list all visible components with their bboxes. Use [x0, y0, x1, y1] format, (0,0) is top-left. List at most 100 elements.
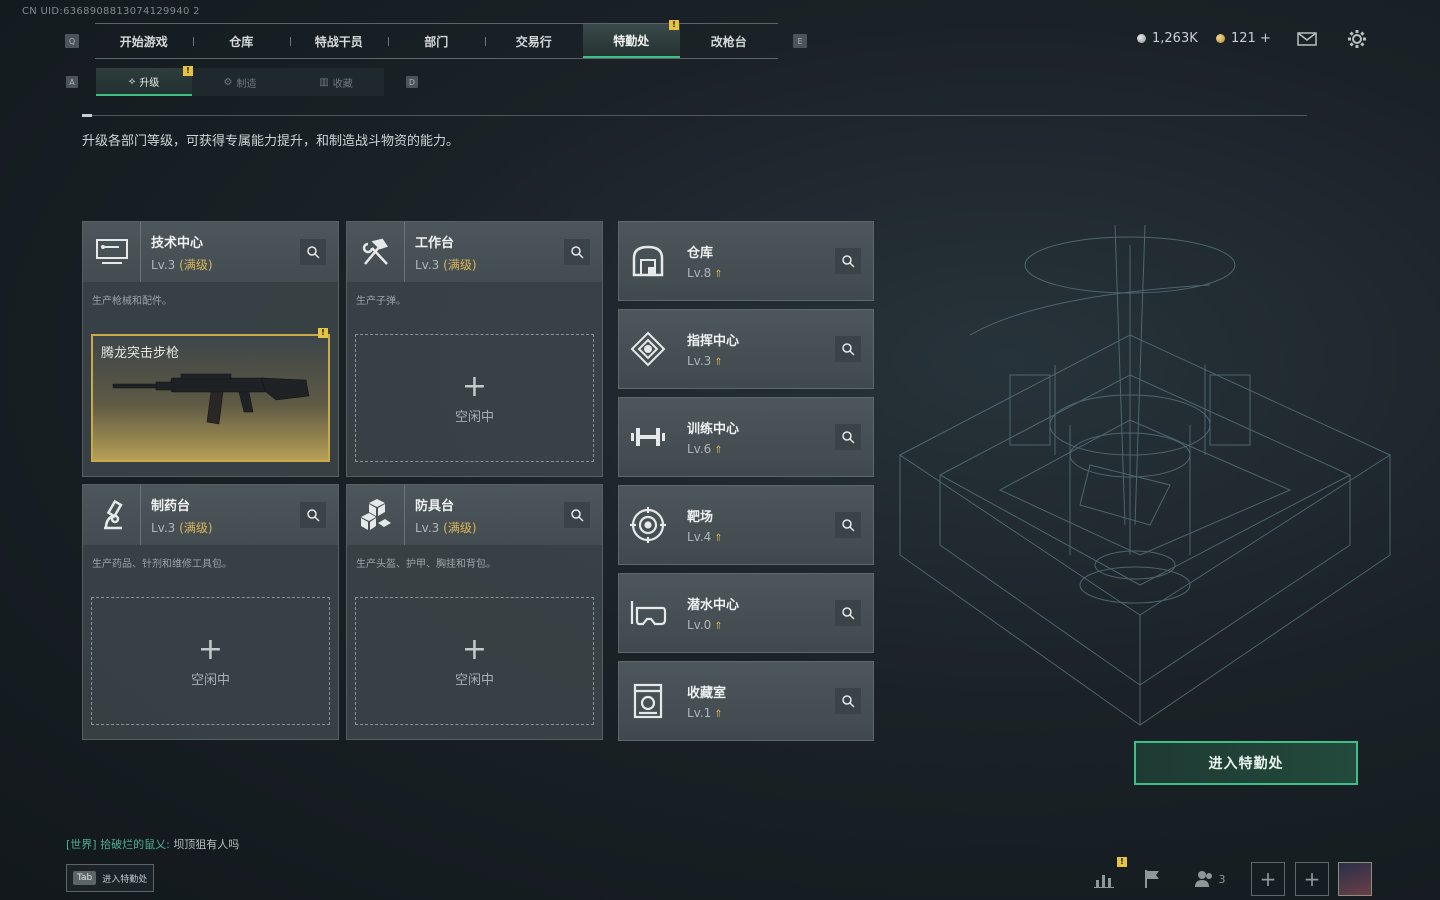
card-title: 工作台 — [415, 235, 455, 251]
subnav-prev-key[interactable]: A — [66, 76, 78, 88]
search-icon[interactable] — [300, 239, 326, 265]
subnav-next-key[interactable]: D — [406, 76, 418, 88]
search-icon[interactable] — [835, 600, 861, 626]
avatar[interactable] — [1338, 862, 1372, 896]
department-card-warehouse[interactable]: 仓库 Lv.8 ⇑ — [618, 221, 874, 301]
tab-warehouse[interactable]: 仓库 — [192, 24, 291, 58]
search-icon[interactable] — [835, 248, 861, 274]
armor-blocks-icon — [347, 485, 405, 545]
department-card-command[interactable]: 指挥中心 Lv.3 ⇑ — [618, 309, 874, 389]
flag-icon[interactable] — [1140, 862, 1164, 896]
invite-slot-button[interactable]: + — [1295, 862, 1329, 896]
sub-nav: ⟡ 升级 ⚙ 制造 ▥ 收藏 — [96, 68, 384, 96]
workshop-card-tech-center[interactable]: 技术中心 Lv.3 (满级) 生产枪械和配件。 腾龙突击步枪 — [82, 221, 339, 477]
upgrade-arrow-icon: ⇑ — [714, 621, 723, 632]
department-card-diving[interactable]: 潜水中心 Lv.0 ⇑ — [618, 573, 874, 653]
enter-special-ops-button[interactable]: 进入特勤处 — [1134, 741, 1358, 785]
card-level: Lv.3 (满级) — [151, 257, 213, 272]
tab-shortcut-hint[interactable]: Tab 进入特勤处 — [66, 864, 154, 892]
upgrade-arrow-icon: ⇑ — [714, 269, 723, 280]
collection-tab-icon: ▥ — [319, 76, 329, 88]
tab-trade[interactable]: 交易行 — [485, 24, 583, 58]
rifle-image — [112, 373, 310, 425]
card-subtitle: 生产药品、针剂和维修工具包。 — [92, 559, 232, 570]
card-subtitle: 生产枪械和配件。 — [92, 296, 172, 307]
subtab-upgrade[interactable]: ⟡ 升级 — [96, 68, 192, 96]
hammer-wrench-icon — [347, 222, 405, 282]
tab-special-ops[interactable]: 特勤处 — [582, 24, 680, 58]
plus-icon: + — [461, 631, 488, 667]
card-subtitle: 生产子弹。 — [356, 296, 406, 307]
invite-slot-button[interactable]: + — [1251, 862, 1285, 896]
search-icon[interactable] — [564, 502, 590, 528]
tab-department[interactable]: 部门 — [387, 24, 486, 58]
subtab-collection[interactable]: ▥ 收藏 — [288, 68, 384, 96]
chat-channel: [世界] — [66, 838, 97, 851]
search-icon[interactable] — [835, 336, 861, 362]
chat-line[interactable]: [世界] 拾破烂的鼠乂: 坝顶狙有人吗 — [66, 836, 239, 852]
page-description: 升级各部门等级，可获得专属能力提升，和制造战斗物资的能力。 — [82, 134, 460, 149]
upgrade-arrow-icon: ⇑ — [714, 357, 723, 368]
department-card-collection[interactable]: 收藏室 Lv.1 ⇑ — [618, 661, 874, 741]
search-icon[interactable] — [564, 239, 590, 265]
item-notification-badge: ! — [318, 328, 328, 338]
upgrade-arrow-icon: ⇑ — [714, 533, 723, 544]
card-title: 训练中心 — [687, 422, 740, 437]
production-slot-empty[interactable]: + 空闲中 — [355, 334, 594, 462]
card-subtitle: 生产头盔、护甲、胸挂和背包。 — [356, 559, 496, 570]
squad-count: 3 — [1218, 872, 1226, 886]
divider-accent — [82, 114, 92, 117]
card-header: 防具台 Lv.3 (满级) — [347, 485, 602, 545]
search-icon[interactable] — [835, 424, 861, 450]
department-card-training[interactable]: 训练中心 Lv.6 ⇑ — [618, 397, 874, 477]
nav-next-key[interactable]: E — [793, 34, 807, 48]
card-title: 制药台 — [151, 498, 191, 514]
card-level: Lv.1 ⇑ — [687, 706, 723, 720]
settings-gear-icon[interactable] — [1346, 28, 1368, 50]
production-slot-empty[interactable]: + 空闲中 — [355, 597, 594, 725]
craft-icon: ⚙ — [223, 76, 233, 88]
silver-currency: 1,263K — [1137, 31, 1198, 46]
subtab-craft[interactable]: ⚙ 制造 — [192, 68, 288, 96]
command-icon — [619, 310, 677, 388]
workshop-card-armor-bench[interactable]: 防具台 Lv.3 (满级) 生产头盔、护甲、胸挂和背包。 + 空闲中 — [346, 484, 603, 740]
subtab-collection-label: 收藏 — [332, 78, 353, 90]
squad-icon — [1194, 871, 1212, 887]
card-header: 制药台 Lv.3 (满级) — [83, 485, 338, 545]
upgrade-arrow-icon: ⇑ — [714, 709, 723, 720]
search-icon[interactable] — [835, 512, 861, 538]
diving-mask-icon — [619, 574, 677, 652]
gold-currency[interactable]: 121 + — [1216, 31, 1271, 46]
microscope-icon — [83, 485, 141, 545]
tab-gunsmith[interactable]: 改枪台 — [680, 24, 778, 58]
production-slot-empty[interactable]: + 空闲中 — [91, 597, 330, 725]
upgrade-icon: ⟡ — [128, 75, 136, 87]
base-schematic-illustration — [899, 225, 1392, 726]
collection-icon — [619, 662, 677, 740]
card-level: Lv.4 ⇑ — [687, 530, 723, 544]
chat-user: 拾破烂的鼠乂: — [100, 838, 170, 851]
card-level: Lv.8 ⇑ — [687, 266, 723, 280]
mail-icon[interactable] — [1296, 29, 1318, 49]
squad-button[interactable]: 3 — [1190, 862, 1230, 896]
production-slot-item[interactable]: 腾龙突击步枪 — [91, 334, 330, 462]
card-level: Lv.0 ⇑ — [687, 618, 723, 632]
search-icon[interactable] — [300, 502, 326, 528]
workshop-card-pharmacy[interactable]: 制药台 Lv.3 (满级) 生产药品、针剂和维修工具包。 + 空闲中 — [82, 484, 339, 740]
tab-hint-label: 进入特勤处 — [102, 874, 148, 885]
card-title: 防具台 — [415, 498, 455, 514]
search-icon[interactable] — [835, 688, 861, 714]
tab-key: Tab — [73, 871, 97, 885]
card-level: Lv.3 (满级) — [415, 257, 477, 272]
card-title: 靶场 — [687, 510, 714, 525]
tab-operators[interactable]: 特战干员 — [290, 24, 388, 58]
gold-amount: 121 + — [1231, 31, 1271, 46]
item-name: 腾龙突击步枪 — [101, 346, 180, 361]
nav-prev-key[interactable]: Q — [65, 34, 79, 48]
card-title: 指挥中心 — [687, 334, 740, 349]
department-card-range[interactable]: 靶场 Lv.4 ⇑ — [618, 485, 874, 565]
slot-status: 空闲中 — [190, 672, 230, 688]
tab-start-game[interactable]: 开始游戏 — [95, 24, 193, 58]
stats-chart-icon[interactable] — [1092, 862, 1116, 896]
workshop-card-workbench[interactable]: 工作台 Lv.3 (满级) 生产子弹。 + 空闲中 — [346, 221, 603, 477]
